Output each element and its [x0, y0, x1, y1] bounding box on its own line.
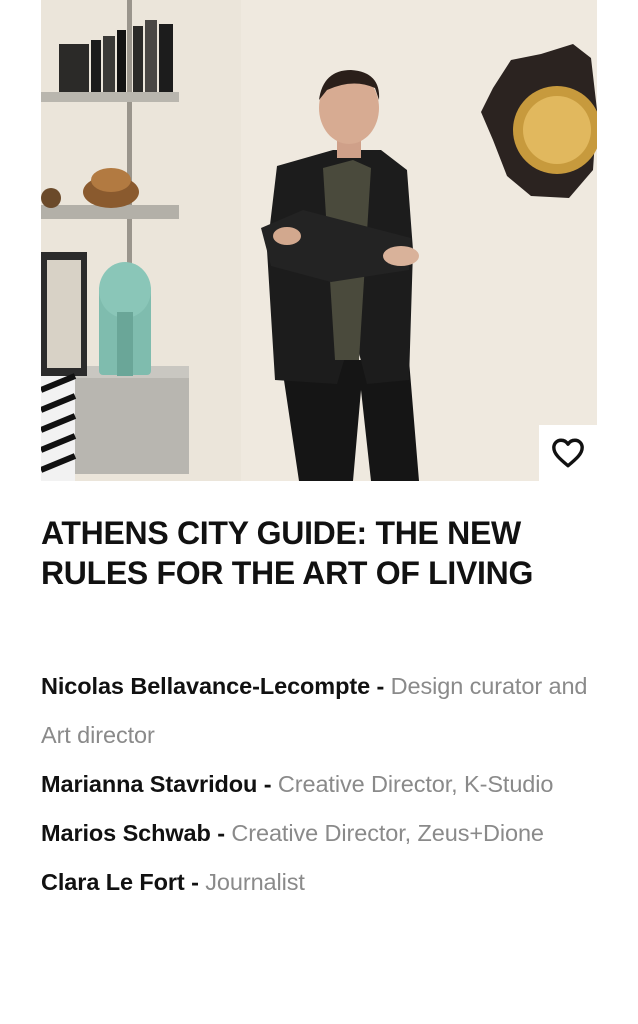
credit-role: Creative Director, K-Studio [277, 771, 554, 797]
credits-list: Nicolas Bellavance-Lecompte - Design cur… [41, 662, 601, 907]
credit-role: Journalist [205, 869, 305, 895]
credit-item: Marianna Stavridou - Creative Director, … [41, 760, 601, 809]
favorite-button[interactable] [539, 425, 597, 481]
credit-name: Marianna Stavridou [41, 771, 258, 797]
credit-separator: - [257, 771, 278, 797]
heart-outline-icon [552, 438, 584, 468]
credit-item: Marios Schwab - Creative Director, Zeus+… [41, 809, 601, 858]
credit-separator: - [210, 820, 232, 846]
credit-name: Clara Le Fort [41, 869, 185, 895]
hero-photo [41, 0, 597, 481]
article-hero-image[interactable] [41, 0, 597, 481]
striped-box [41, 373, 77, 481]
credit-item: Clara Le Fort - Journalist [41, 858, 601, 907]
credit-role: Creative Director, Zeus+Dione [231, 820, 544, 846]
credit-separator: - [370, 673, 391, 699]
credit-name: Nicolas Bellavance-Lecompte [41, 673, 371, 699]
credit-name: Marios Schwab [41, 820, 211, 846]
credit-separator: - [184, 869, 206, 895]
credit-item: Nicolas Bellavance-Lecompte - Design cur… [41, 662, 601, 760]
article-title[interactable]: ATHENS CITY GUIDE: THE NEW RULES FOR THE… [41, 513, 601, 593]
